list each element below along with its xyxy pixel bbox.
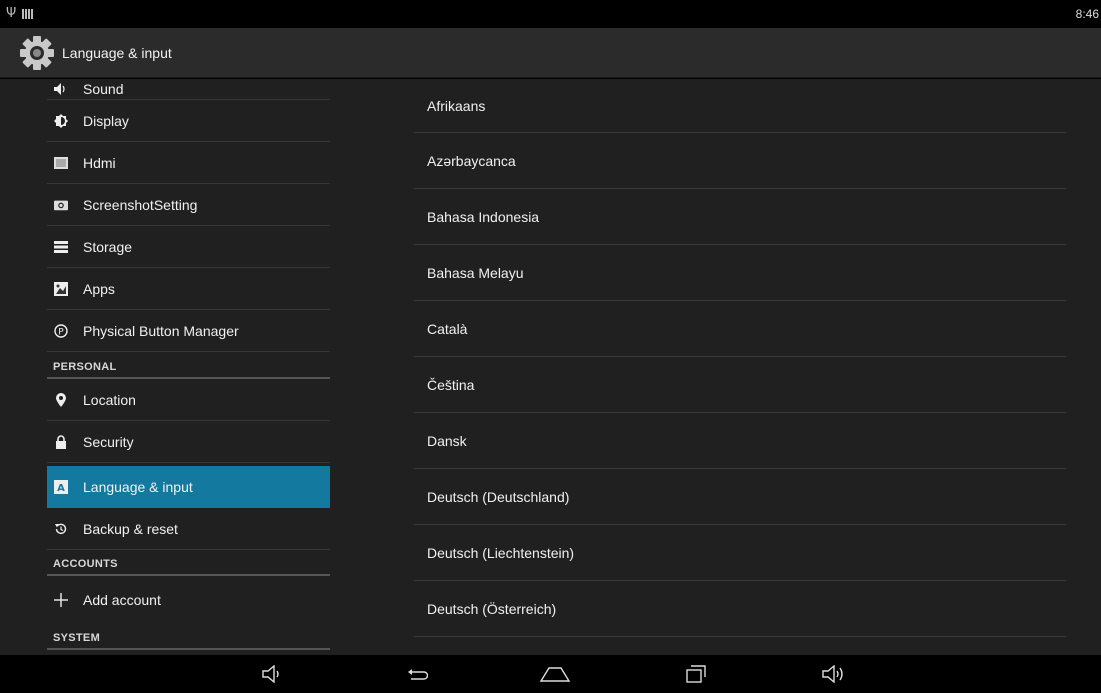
sidebar-item-label: ScreenshotSetting (83, 196, 198, 213)
language-item[interactable]: Deutsch (Österreich) (414, 581, 1066, 637)
sidebar-item-physical-button-manager[interactable]: P Physical Button Manager (47, 310, 330, 352)
language-label: Català (427, 320, 468, 337)
usb-icon: Ψ (6, 6, 17, 21)
storage-icon (54, 240, 68, 254)
sidebar-item-screenshotsetting[interactable]: ScreenshotSetting (47, 184, 330, 226)
hdmi-icon (54, 156, 68, 170)
location-pin-icon (54, 392, 68, 407)
section-header-label: SYSTEM (53, 632, 101, 644)
language-item[interactable]: Dansk (414, 413, 1066, 469)
section-header-accounts: ACCOUNTS (47, 550, 330, 576)
sidebar-item-security[interactable]: Security (47, 421, 330, 463)
backup-restore-icon (54, 522, 68, 536)
language-item[interactable]: Afrikaans (414, 79, 1066, 133)
navigation-bar (0, 655, 1101, 693)
sidebar-item-label: Display (83, 112, 129, 129)
language-icon: A (54, 479, 68, 494)
sidebar-item-label: Add account (83, 592, 161, 608)
sidebar-item-label: Backup & reset (83, 520, 178, 537)
volume-up-icon[interactable] (816, 655, 852, 693)
language-label: Deutsch (Deutschland) (427, 488, 570, 505)
sidebar-item-location[interactable]: Location (47, 379, 330, 421)
sidebar-item-label: Physical Button Manager (83, 322, 239, 339)
sidebar-item-backup-reset[interactable]: Backup & reset (47, 508, 330, 550)
volume-down-icon[interactable] (254, 655, 290, 693)
language-item[interactable]: Bahasa Melayu (414, 245, 1066, 301)
status-icons: Ψ (6, 6, 34, 21)
home-icon[interactable] (535, 655, 575, 693)
language-label: Dansk (427, 432, 467, 449)
language-item[interactable]: Deutsch (Liechtenstein) (414, 525, 1066, 581)
sound-icon (54, 82, 68, 96)
language-list: Afrikaans Azərbaycanca Bahasa Indonesia … (414, 79, 1066, 655)
section-header-personal: PERSONAL (47, 352, 330, 379)
status-time: 8:46 (1075, 7, 1099, 21)
sidebar-item-label: Apps (83, 280, 115, 297)
sidebar-item-label: Sound (83, 81, 124, 97)
language-item[interactable]: Azərbaycanca (414, 133, 1066, 189)
physical-button-icon: P (54, 323, 68, 338)
section-header-label: ACCOUNTS (53, 558, 118, 570)
plus-icon (54, 593, 68, 607)
sidebar-item-language-input[interactable]: A Language & input (47, 466, 330, 508)
back-icon[interactable] (400, 655, 436, 693)
settings-sidebar: Sound Display Hdmi ScreenshotSetting Sto (47, 79, 330, 655)
language-label: Deutsch (Österreich) (427, 600, 557, 617)
svg-text:A: A (57, 483, 65, 494)
apps-icon (54, 281, 68, 296)
signal-bars-icon (22, 8, 34, 19)
sidebar-item-label: Location (83, 391, 136, 408)
status-bar: Ψ 8:46 (0, 0, 1101, 28)
language-item[interactable]: Català (414, 301, 1066, 357)
language-label: Afrikaans (427, 97, 486, 114)
recent-apps-icon[interactable] (678, 655, 714, 693)
language-label: Bahasa Melayu (427, 264, 524, 281)
language-label: Azərbaycanca (427, 152, 516, 169)
settings-gear-icon[interactable] (17, 35, 57, 71)
language-item[interactable]: Čeština (414, 357, 1066, 413)
action-bar: Language & input (0, 28, 1101, 78)
language-label: Čeština (427, 376, 475, 393)
sidebar-item-label: Security (83, 433, 134, 450)
language-item[interactable]: Deutsch (Deutschland) (414, 469, 1066, 525)
lock-icon (54, 434, 68, 449)
section-header-system: SYSTEM (47, 620, 330, 650)
sidebar-item-apps[interactable]: Apps (47, 268, 330, 310)
section-header-label: PERSONAL (53, 361, 117, 373)
sidebar-item-label: Language & input (83, 478, 193, 495)
sidebar-item-label: Hdmi (83, 154, 116, 171)
camera-icon (54, 198, 68, 212)
sidebar-item-storage[interactable]: Storage (47, 226, 330, 268)
language-item[interactable]: Bahasa Indonesia (414, 189, 1066, 245)
sidebar-item-add-account[interactable]: Add account (47, 580, 330, 620)
settings-content: Sound Display Hdmi ScreenshotSetting Sto (0, 79, 1101, 655)
language-label: Bahasa Indonesia (427, 208, 540, 225)
language-label: Deutsch (Liechtenstein) (427, 544, 575, 561)
sidebar-item-sound[interactable]: Sound (47, 79, 330, 100)
svg-text:P: P (58, 327, 64, 337)
display-brightness-icon (54, 113, 68, 128)
sidebar-item-label: Storage (83, 238, 133, 255)
sidebar-item-hdmi[interactable]: Hdmi (47, 142, 330, 184)
page-title: Language & input (62, 45, 172, 61)
sidebar-item-display[interactable]: Display (47, 100, 330, 142)
